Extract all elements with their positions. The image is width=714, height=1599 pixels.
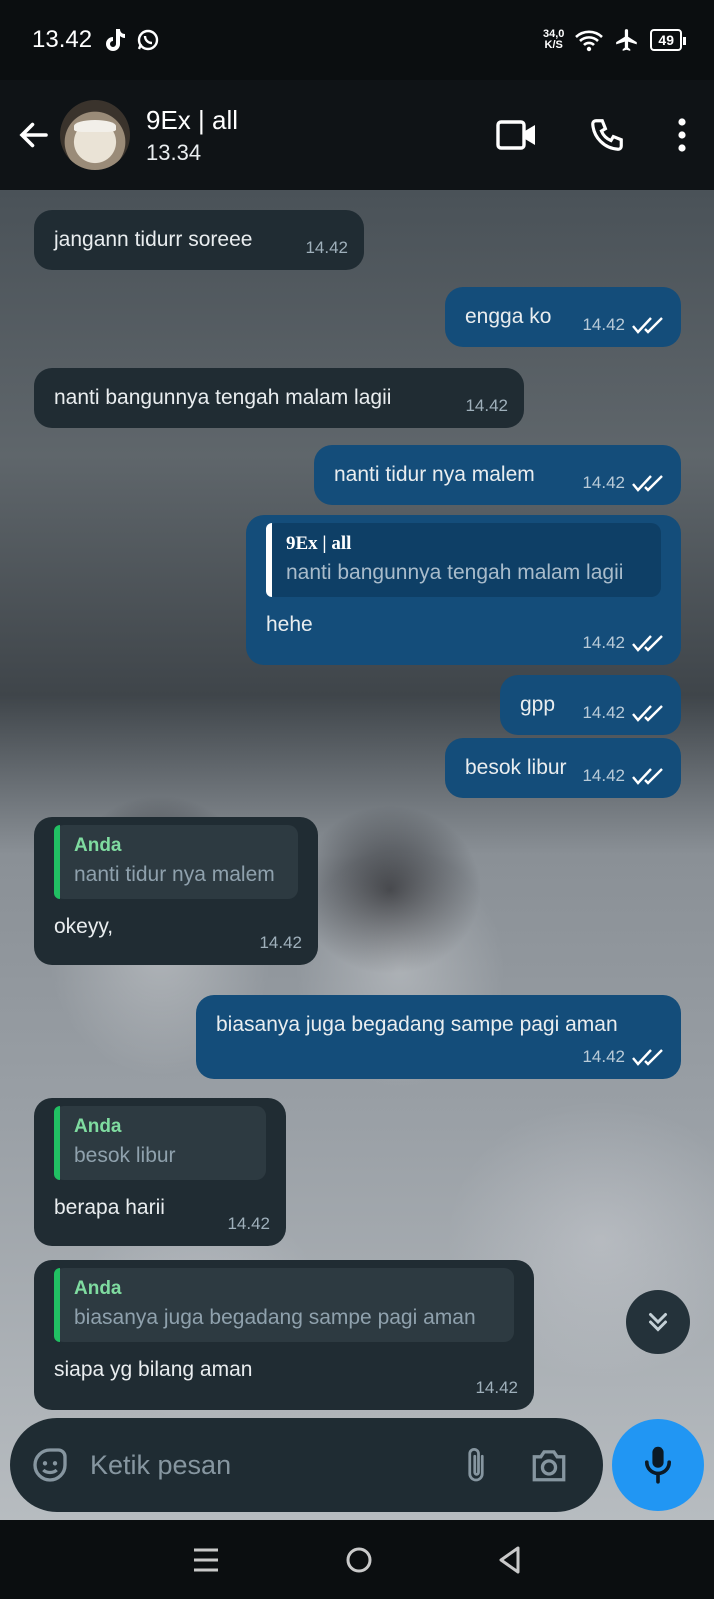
double-check-icon (632, 317, 663, 334)
quoted-sender: Anda (74, 1116, 122, 1137)
message-bubble-outgoing[interactable]: 9Ex | all nanti bangunnya tengah malam l… (246, 515, 681, 665)
message-bubble-incoming[interactable]: Anda biasanya juga begadang sampe pagi a… (34, 1260, 534, 1410)
status-bar: 13.42 34,0 K/S 49 (0, 0, 714, 80)
sticker-icon[interactable] (30, 1445, 70, 1485)
message-bubble-incoming[interactable]: Anda nanti tidur nya malem okeyy, 14.42 (34, 817, 318, 965)
more-vert-icon[interactable] (676, 117, 688, 153)
menu-icon[interactable] (191, 1546, 221, 1574)
quoted-sender: 9Ex | all (286, 533, 352, 554)
airplane-icon (616, 29, 638, 51)
message-bubble-outgoing[interactable]: nanti tidur nya malem 14.42 (314, 445, 681, 505)
tiktok-icon (106, 29, 126, 51)
message-time: 14.42 (582, 1047, 625, 1066)
message-time: 14.42 (582, 703, 625, 722)
quoted-message[interactable]: Anda biasanya juga begadang sampe pagi a… (54, 1268, 514, 1342)
message-text: besok libur (465, 756, 567, 779)
mic-icon (644, 1446, 672, 1484)
double-check-icon (632, 768, 663, 785)
message-bubble-outgoing[interactable]: besok libur 14.42 (445, 738, 681, 798)
message-time: 14.42 (465, 396, 508, 415)
message-bubble-outgoing[interactable]: engga ko 14.42 (445, 287, 681, 347)
message-text: gpp (520, 693, 556, 716)
quoted-text: besok libur (74, 1144, 176, 1167)
message-composer[interactable]: Ketik pesan (10, 1418, 603, 1512)
message-bubble-outgoing[interactable]: biasanya juga begadang sampe pagi aman 1… (196, 995, 681, 1079)
contact-info[interactable]: 9Ex | all 13.34 (146, 105, 238, 166)
double-chevron-down-icon (649, 1313, 667, 1332)
double-check-icon (632, 1049, 663, 1066)
message-time: 14.42 (582, 473, 625, 492)
message-text: hehe (266, 613, 313, 636)
quoted-message[interactable]: Anda nanti tidur nya malem (54, 825, 298, 899)
message-text: nanti bangunnya tengah malam lagii (54, 386, 392, 409)
quoted-sender: Anda (74, 1278, 122, 1299)
chat-area[interactable]: jangann tidurr soreee 14.42 engga ko 14.… (0, 190, 714, 1520)
message-time: 14.42 (259, 933, 302, 952)
double-check-icon (632, 705, 663, 722)
message-text: engga ko (465, 305, 552, 328)
message-text: siapa yg bilang aman (54, 1358, 253, 1381)
message-bubble-outgoing[interactable]: gpp 14.42 (500, 675, 681, 735)
contact-name: 9Ex | all (146, 104, 239, 135)
message-input[interactable]: Ketik pesan (90, 1450, 461, 1481)
wifi-icon (575, 30, 604, 52)
message-text: biasanya juga begadang sampe pagi aman (216, 1013, 618, 1036)
message-time: 14.42 (582, 766, 625, 785)
phone-icon[interactable] (588, 116, 626, 154)
paperclip-icon[interactable] (461, 1444, 491, 1486)
quoted-sender: Anda (74, 835, 122, 856)
quoted-text: nanti tidur nya malem (74, 863, 275, 886)
whatsapp-icon (137, 29, 159, 51)
message-text: nanti tidur nya malem (334, 463, 535, 486)
camera-icon[interactable] (529, 1447, 569, 1483)
message-time: 14.42 (475, 1378, 518, 1397)
back-nav-icon[interactable] (497, 1545, 523, 1575)
double-check-icon (632, 475, 663, 492)
arrow-left-icon[interactable] (16, 117, 52, 153)
quoted-message[interactable]: 9Ex | all nanti bangunnya tengah malam l… (266, 523, 661, 597)
message-time: 14.42 (582, 315, 625, 334)
message-bubble-incoming[interactable]: Anda besok libur berapa harii 14.42 (34, 1098, 286, 1246)
message-time: 14.42 (305, 238, 348, 257)
home-icon[interactable] (344, 1545, 374, 1575)
video-camera-icon[interactable] (496, 118, 538, 152)
voice-record-button[interactable] (612, 1419, 704, 1511)
double-check-icon (632, 635, 663, 652)
battery-indicator: 49 (650, 29, 686, 51)
system-navigation-bar (0, 1520, 714, 1599)
chat-header: 9Ex | all 13.34 (0, 80, 714, 190)
message-text: berapa harii (54, 1196, 165, 1219)
message-text: okeyy, (54, 915, 114, 938)
message-bubble-incoming[interactable]: nanti bangunnya tengah malam lagii 14.42 (34, 368, 524, 428)
quoted-text: biasanya juga begadang sampe pagi aman (74, 1306, 476, 1329)
quoted-message[interactable]: Anda besok libur (54, 1106, 266, 1180)
contact-avatar[interactable] (60, 100, 130, 170)
network-speed-unit: K/S (544, 39, 563, 51)
status-time: 13.42 (32, 26, 93, 53)
last-seen: 13.34 (146, 139, 202, 165)
message-text: jangann tidurr soreee (54, 228, 253, 251)
quoted-text: nanti bangunnya tengah malam lagii (286, 561, 624, 584)
scroll-to-bottom-button[interactable] (626, 1290, 690, 1354)
network-speed: 34,0 K/S (543, 29, 564, 51)
message-time: 14.42 (227, 1214, 270, 1233)
message-time: 14.42 (582, 633, 625, 652)
message-bubble-incoming[interactable]: jangann tidurr soreee 14.42 (34, 210, 364, 270)
